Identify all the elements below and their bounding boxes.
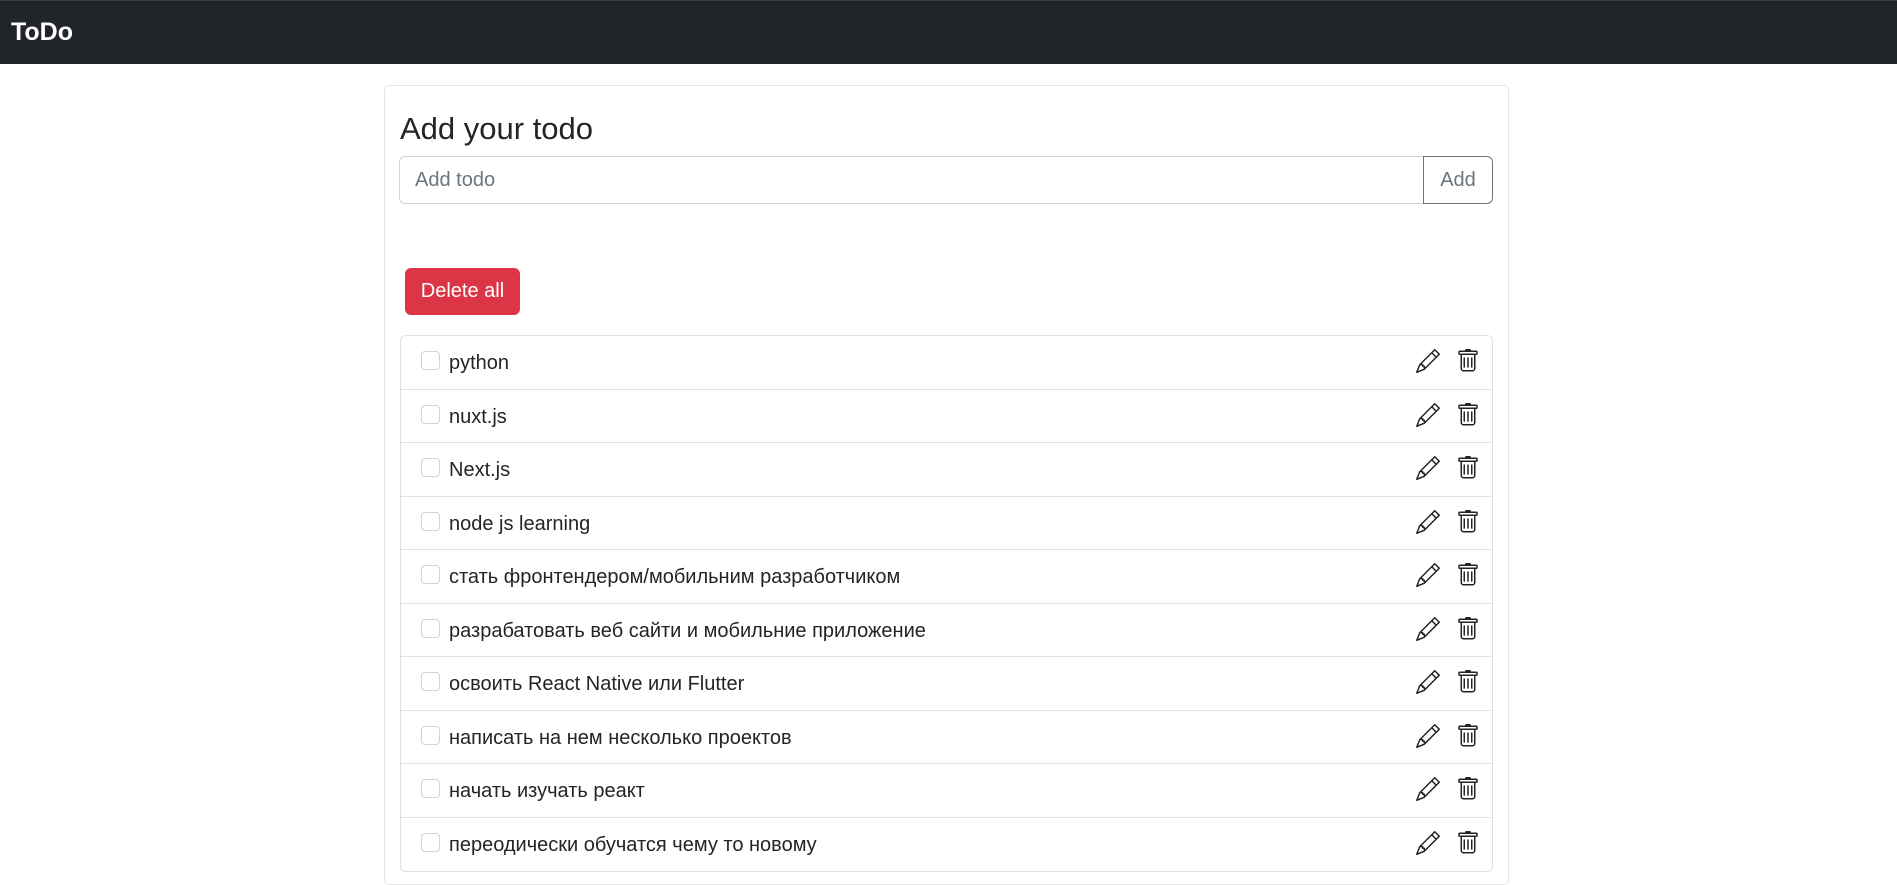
form-title: Add your todo [400,111,594,146]
pencil-icon[interactable] [1416,563,1442,589]
todo-item: переодически обучатся чему то новому [401,818,1492,872]
todo-checkbox[interactable] [421,779,440,798]
trash-icon[interactable] [1456,777,1482,803]
todo-checkbox[interactable] [421,832,440,852]
todo-checkbox[interactable] [421,725,440,745]
trash-icon[interactable] [1456,723,1482,750]
pencil-icon[interactable] [1416,830,1442,857]
pencil-icon[interactable] [1416,777,1442,803]
trash-icon[interactable] [1456,456,1482,482]
todo-item: Next.js [401,443,1492,497]
todo-text: переодически обучатся чему то новому [449,833,817,856]
todo-checkbox[interactable] [421,565,440,584]
trash-icon[interactable] [1456,830,1482,857]
pencil-icon[interactable] [1416,456,1442,482]
todo-text: node js learning [449,512,591,535]
todo-checkbox[interactable] [421,351,440,370]
todo-item: написать на нем несколько проектов [401,711,1492,764]
todo-text: стать фронтендером/мобильним разработчик… [449,566,901,588]
todo-text: начать изучать реакт [449,780,645,802]
trash-icon[interactable] [1456,509,1482,536]
trash-icon[interactable] [1456,563,1482,589]
todo-item: разрабатовать веб сайти и мобильние прил… [401,604,1492,657]
todo-item: nuxt.js [401,390,1492,443]
pencil-icon[interactable] [1416,616,1442,643]
todo-text: освоить React Native или Flutter [449,673,745,695]
todo-text: nuxt.js [449,405,507,428]
trash-icon[interactable] [1456,402,1482,429]
todo-checkbox[interactable] [421,618,440,638]
trash-icon[interactable] [1456,349,1482,375]
pencil-icon[interactable] [1416,670,1442,696]
pencil-icon[interactable] [1416,509,1442,536]
pencil-icon[interactable] [1416,723,1442,750]
pencil-icon[interactable] [1416,349,1442,375]
trash-icon[interactable] [1456,670,1482,696]
todo-checkbox[interactable] [421,404,440,424]
todo-checkbox[interactable] [421,672,440,691]
brand-title[interactable]: ToDo [11,16,73,48]
trash-icon[interactable] [1456,616,1482,643]
todo-text: написать на нем несколько проектов [449,726,792,749]
todo-list: python nuxt.js Next.js node js learning … [400,335,1493,872]
todo-text: Next.js [449,459,511,481]
todo-text: python [449,352,510,374]
navbar: ToDo [0,0,1897,64]
todo-item: стать фронтендером/мобильним разработчик… [401,550,1492,604]
todo-checkbox[interactable] [421,458,440,477]
todo-item: освоить React Native или Flutter [401,657,1492,711]
todo-text: разрабатовать веб сайти и мобильние прил… [449,619,926,642]
add-todo-form: Add [399,156,1493,204]
delete-all-button[interactable]: Delete all [405,268,520,315]
add-button[interactable]: Add [1423,156,1493,204]
todo-card: Add your todo Add Delete all python nuxt… [384,85,1509,885]
todo-item: начать изучать реакт [401,764,1492,818]
todo-checkbox[interactable] [421,511,440,531]
todo-item: node js learning [401,497,1492,550]
todo-item: python [401,336,1492,390]
pencil-icon[interactable] [1416,402,1442,429]
todo-input[interactable] [399,156,1424,204]
